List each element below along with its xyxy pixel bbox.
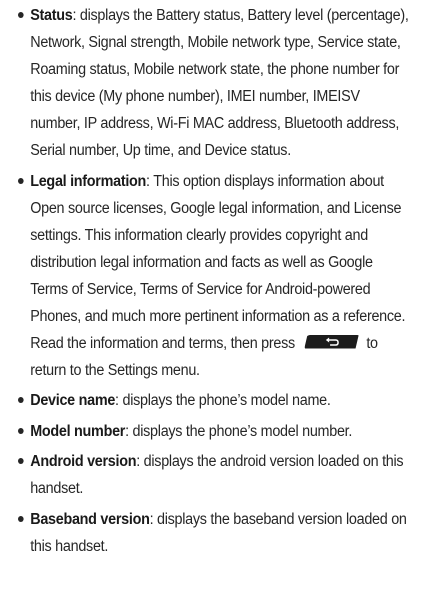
list-item-model-number: Model number: displays the phone’s model… [18,418,411,445]
list-item-android-version: Android version: displays the android ve… [18,448,411,502]
item-term: Model number [30,422,126,440]
bullet-icon [18,397,24,403]
item-description: : displays the phone’s model number. [125,422,353,440]
item-term: Legal information [30,172,147,190]
bullet-icon [18,177,24,184]
list-item-status: Status: displays the Battery status, Bat… [18,2,411,164]
settings-description-list: Status: displays the Battery status, Bat… [18,2,411,560]
item-term: Baseband version [30,510,150,528]
bullet-icon [18,12,24,18]
manual-page: Status: displays the Battery status, Bat… [18,2,411,563]
list-item-baseband-version: Baseband version: displays the baseband … [18,506,411,560]
item-term: Status [30,7,73,24]
item-term: Device name [30,392,116,409]
bullet-icon [18,427,24,434]
list-item-device-name: Device name: displays the phone’s model … [18,387,411,414]
item-description: : displays the phone’s model name. [115,392,331,409]
list-item-legal-information: Legal information: This option displays … [18,168,411,384]
back-key-icon [304,334,359,349]
bullet-icon [18,458,24,464]
back-arrow-icon [325,337,339,346]
bullet-icon [18,515,24,522]
item-term: Android version [30,453,137,470]
item-description: : displays the Battery status, Battery l… [30,7,409,159]
item-description: : This option displays information about… [30,172,406,352]
